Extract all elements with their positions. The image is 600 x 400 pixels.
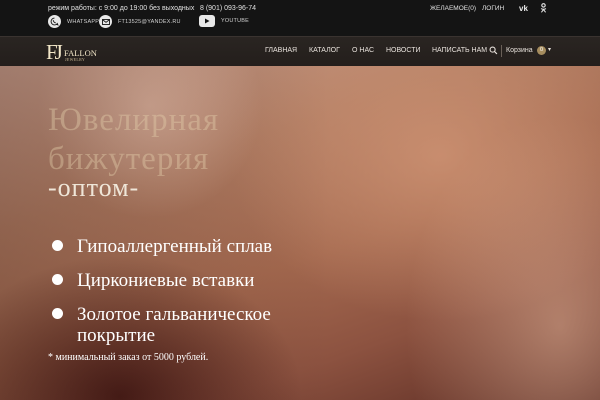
logo-subtitle: JEWELRY [65, 57, 86, 62]
feature-text: Гипоаллергенный сплав [77, 236, 273, 257]
hero-title-line-3: -оптом- [48, 173, 140, 202]
email-contact[interactable]: FT13525@YANDEX.RU [99, 15, 181, 28]
email-label: FT13525@YANDEX.RU [118, 18, 181, 25]
site-logo[interactable]: FJ FALLON JEWELRY [46, 41, 106, 65]
search-icon[interactable] [489, 46, 498, 55]
feature-text: Циркониевые вставки [77, 270, 255, 291]
vk-icon[interactable]: vk [519, 4, 528, 13]
top-info-bar: режим работы: с 9:00 до 19:00 без выходн… [0, 0, 600, 36]
working-hours: режим работы: с 9:00 до 19:00 без выходн… [48, 5, 195, 12]
nav-item-about[interactable]: О НАС [352, 47, 374, 54]
bullet-icon [52, 308, 63, 319]
logo-monogram: FJ [46, 40, 63, 64]
nav-item-home[interactable]: ГЛАВНАЯ [265, 47, 297, 54]
hero-title-line-1: Ювелирная [48, 102, 220, 138]
list-item: Циркониевые вставки [52, 270, 327, 291]
min-order-note: * минимальный заказ от 5000 рублей. [48, 352, 209, 363]
bullet-icon [52, 240, 63, 251]
wishlist-link[interactable]: ЖЕЛАЕМОЕ(0) [430, 5, 476, 12]
cart-count-badge: 0 [537, 46, 546, 55]
nav-item-catalog[interactable]: КАТАЛОГ [309, 47, 340, 54]
caret-down-icon[interactable]: ▾ [548, 46, 551, 53]
whatsapp-icon [48, 15, 61, 28]
hero-banner: Ювелирная бижутерия -оптом- Гипоаллерген… [0, 66, 600, 400]
nav-item-contact[interactable]: НАПИСАТЬ НАМ [432, 47, 487, 54]
bullet-icon [52, 274, 63, 285]
youtube-icon [199, 15, 215, 27]
list-item: Золотое гальваническое покрытие [52, 304, 327, 346]
login-link[interactable]: ЛОГИН [482, 5, 504, 12]
feature-text: Золотое гальваническое покрытие [77, 304, 271, 346]
youtube-contact[interactable]: YOUTUBE [199, 15, 249, 27]
main-navbar: FJ FALLON JEWELRY ГЛАВНАЯ КАТАЛОГ О НАС … [0, 36, 600, 67]
nav-item-news[interactable]: НОВОСТИ [386, 47, 421, 54]
whatsapp-label: WHATSAPP [67, 18, 100, 25]
feature-list: Гипоаллергенный сплав Циркониевые вставк… [52, 236, 327, 359]
youtube-label: YOUTUBE [221, 18, 249, 24]
envelope-icon [99, 15, 112, 28]
cart-link[interactable]: Корзина [506, 47, 533, 54]
whatsapp-contact[interactable]: WHATSAPP [48, 15, 99, 28]
nav-divider [501, 45, 502, 57]
list-item: Гипоаллергенный сплав [52, 236, 327, 257]
odnoklassniki-icon[interactable] [540, 3, 547, 15]
odnoklassniki-glyph [540, 3, 547, 13]
phone-number[interactable]: 8 (901) 093-96-74 [200, 5, 256, 12]
